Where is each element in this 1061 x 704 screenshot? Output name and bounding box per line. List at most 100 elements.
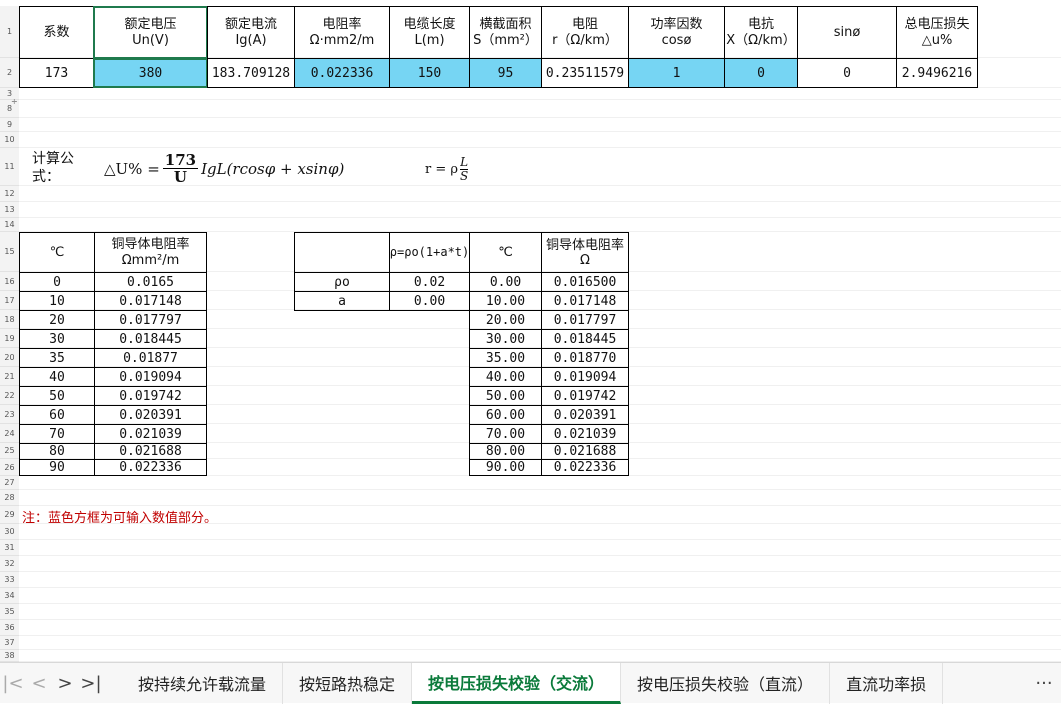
row-header[interactable]: 15 <box>0 232 19 272</box>
resistivity-cell[interactable]: 0.017797 <box>94 310 207 330</box>
resistivity-cell[interactable]: 0.021688 <box>541 443 629 460</box>
resistivity-cell[interactable]: 0.019742 <box>541 386 629 406</box>
row-header[interactable]: 2 <box>0 58 19 88</box>
resistivity-cell[interactable]: 0.019094 <box>541 367 629 387</box>
group-collapse-icon[interactable]: ÷ <box>11 97 18 106</box>
row-header[interactable]: 19 <box>0 329 19 348</box>
column-header-cell[interactable]: 电缆长度 L(m) <box>389 6 470 59</box>
resistivity-cell[interactable]: 0.016500 <box>541 272 629 292</box>
row-header[interactable]: 11 <box>0 148 19 186</box>
more-sheets-icon[interactable]: ··· <box>1027 673 1061 694</box>
temperature-cell[interactable]: 30.00 <box>469 329 542 349</box>
row-header[interactable]: 28 <box>0 490 19 506</box>
temperature-cell[interactable]: 20.00 <box>469 310 542 330</box>
value-cell[interactable]: 0.022336 <box>294 58 390 88</box>
resistivity-cell[interactable]: 0.020391 <box>94 405 207 425</box>
row-header[interactable]: 10 <box>0 132 19 148</box>
column-header-cell[interactable]: 功率因数 cosø <box>628 6 725 59</box>
row-header[interactable]: 13 <box>0 202 19 218</box>
temperature-cell[interactable]: 50.00 <box>469 386 542 406</box>
resistivity-cell[interactable]: 0.018445 <box>94 329 207 349</box>
sheet-tab[interactable]: 直流功率损 <box>830 662 944 704</box>
column-header-cell[interactable]: 系数 <box>19 6 94 59</box>
param-value-cell[interactable]: 0.02 <box>389 272 470 292</box>
value-cell[interactable]: 95 <box>469 58 542 88</box>
resistivity-cell[interactable]: 0.021039 <box>541 424 629 444</box>
sheet-tab[interactable]: 按持续允许载流量 <box>122 662 284 704</box>
row-header[interactable]: 33 <box>0 572 19 588</box>
resistivity-cell[interactable]: 0.021688 <box>94 443 207 460</box>
row-header[interactable]: 36 <box>0 620 19 636</box>
resistivity-cell[interactable]: 0.019742 <box>94 386 207 406</box>
temperature-cell[interactable]: 80.00 <box>469 443 542 460</box>
row-header[interactable]: 16 <box>0 272 19 291</box>
temperature-cell[interactable]: 50 <box>19 386 95 406</box>
formula-header-cell[interactable]: ρ=ρo(1+a*t) <box>389 232 470 273</box>
value-cell[interactable]: 2.9496216 <box>896 58 978 88</box>
resistivity-cell[interactable]: 0.021039 <box>94 424 207 444</box>
column-header-cell[interactable]: 额定电流 Ig(A) <box>207 6 295 59</box>
resistivity-cell[interactable]: 0.0165 <box>94 272 207 292</box>
row-header[interactable]: 9 <box>0 118 19 132</box>
resistivity-cell[interactable]: 0.018770 <box>541 348 629 368</box>
row-header[interactable]: 31 <box>0 540 19 556</box>
resistivity-cell[interactable]: 0.019094 <box>94 367 207 387</box>
param-name-cell[interactable]: a <box>294 291 390 311</box>
resistivity-cell[interactable]: 0.018445 <box>541 329 629 349</box>
row-header[interactable]: 17 <box>0 291 19 310</box>
resistivity-header-cell[interactable]: 铜导体电阻率 Ωmm²/m <box>94 232 207 273</box>
spreadsheet-grid[interactable]: 1 2 3 8 9 10 11 12 13 14 15 16 17 18 19 20 21 22 23 24 25 26 2… <box>0 0 1061 662</box>
value-cell[interactable]: 150 <box>389 58 470 88</box>
column-header-cell[interactable]: 电阻率 Ω·mm2/m <box>294 6 390 59</box>
sheet-tab[interactable]: 按电压损失校验（直流） <box>621 662 831 704</box>
row-header[interactable]: 22 <box>0 386 19 405</box>
temperature-cell[interactable]: 0 <box>19 272 95 292</box>
param-value-cell[interactable]: 0.00 <box>389 291 470 311</box>
sheet-tab[interactable]: 按短路热稳定 <box>283 662 413 704</box>
row-header[interactable]: 30 <box>0 524 19 540</box>
temperature-cell[interactable]: 40.00 <box>469 367 542 387</box>
resistivity-cell[interactable]: 0.022336 <box>541 459 629 476</box>
first-sheet-icon[interactable]: |< <box>0 673 26 694</box>
temperature-cell[interactable]: 40 <box>19 367 95 387</box>
last-sheet-icon[interactable]: >| <box>78 673 104 694</box>
row-header[interactable]: 25 <box>0 443 19 459</box>
row-header[interactable]: 29 <box>0 506 19 524</box>
temperature-cell[interactable]: 0.00 <box>469 272 542 292</box>
value-cell[interactable]: 380 <box>93 58 208 88</box>
temperature-cell[interactable]: 70.00 <box>469 424 542 444</box>
resistivity-cell[interactable]: 0.020391 <box>541 405 629 425</box>
sheet-tab[interactable]: 按电压损失校验（交流） <box>412 662 622 704</box>
row-header[interactable]: 23 <box>0 405 19 424</box>
column-header-cell[interactable]: sinø <box>797 6 897 59</box>
temperature-header-cell[interactable]: ℃ <box>469 232 542 273</box>
value-cell[interactable]: 183.709128 <box>207 58 295 88</box>
temperature-header-cell[interactable]: ℃ <box>19 232 95 273</box>
row-header[interactable]: 38 <box>0 650 19 662</box>
temperature-cell[interactable]: 35 <box>19 348 95 368</box>
value-cell[interactable]: 0.23511579 <box>541 58 629 88</box>
resistivity-cell[interactable]: 0.022336 <box>94 459 207 476</box>
column-header-cell[interactable]: 总电压损失 △u% <box>896 6 978 59</box>
row-header[interactable]: 26 <box>0 459 19 476</box>
row-header[interactable]: 35 <box>0 604 19 620</box>
value-cell[interactable]: 0 <box>797 58 897 88</box>
temperature-cell[interactable]: 30 <box>19 329 95 349</box>
row-header[interactable]: 18 <box>0 310 19 329</box>
row-header[interactable]: 32 <box>0 556 19 572</box>
value-cell[interactable]: 0 <box>724 58 798 88</box>
row-header[interactable]: 12 <box>0 186 19 202</box>
row-header[interactable]: 20 <box>0 348 19 367</box>
column-header-cell[interactable]: 横截面积 S（mm²） <box>469 6 542 59</box>
temperature-cell[interactable]: 90.00 <box>469 459 542 476</box>
row-header[interactable]: 21 <box>0 367 19 386</box>
resistivity-cell[interactable]: 0.017148 <box>541 291 629 311</box>
resistivity-cell[interactable]: 0.017148 <box>94 291 207 311</box>
temperature-cell[interactable]: 10.00 <box>469 291 542 311</box>
value-cell[interactable]: 1 <box>628 58 725 88</box>
row-header[interactable]: 14 <box>0 218 19 232</box>
next-sheet-icon[interactable]: > <box>52 673 78 694</box>
param-header-cell[interactable] <box>294 232 390 273</box>
temperature-cell[interactable]: 20 <box>19 310 95 330</box>
resistivity-header-cell[interactable]: 铜导体电阻率 Ω <box>541 232 629 273</box>
